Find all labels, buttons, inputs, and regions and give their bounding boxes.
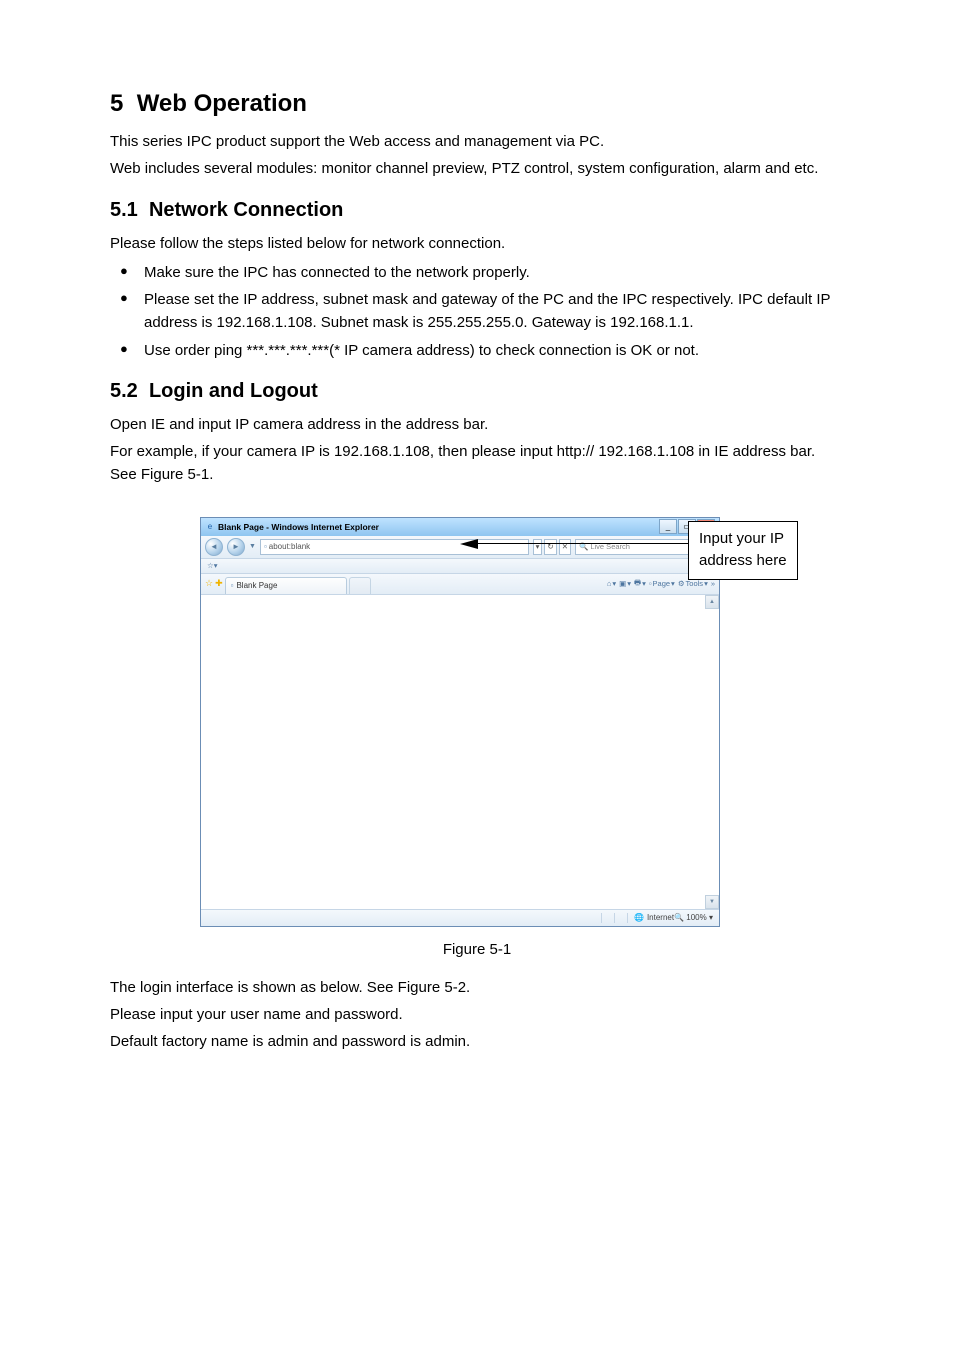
ie-status-bar: 🌐 Internet 🔍 100% ▾ [201, 909, 719, 926]
status-separator [601, 913, 602, 923]
address-dropdown[interactable]: ▾ [533, 539, 543, 555]
tools-menu-label: Tools [686, 579, 704, 588]
favorites-star-icon[interactable]: ☆ [205, 578, 213, 589]
callout-line [638, 543, 688, 545]
intro-paragraph-2: Web includes several modules: monitor ch… [110, 157, 844, 180]
figure-5-1-row: e Blank Page - Windows Internet Explorer… [110, 517, 844, 927]
ie-window-title: Blank Page - Windows Internet Explorer [218, 522, 379, 532]
zoom-value: 100% [686, 913, 706, 922]
tab-label: Blank Page [236, 581, 277, 590]
scroll-up-button[interactable]: ▲ [705, 595, 719, 609]
after-figure-p3: Default factory name is admin and passwo… [110, 1030, 844, 1053]
subsection-title-text: Login and Logout [149, 380, 318, 402]
callout-box: Input your IP address here [688, 521, 798, 580]
section-title-text: Web Operation [137, 90, 307, 117]
figure-caption: Figure 5-1 [110, 941, 844, 958]
print-icon: 🖶 [634, 577, 641, 590]
tools-menu[interactable]: ⚙ Tools ▾ [678, 579, 708, 588]
address-text: about:blank [269, 542, 310, 551]
tab-page-icon: ▫ [231, 581, 234, 590]
status-separator [614, 913, 615, 923]
ie-titlebar[interactable]: e Blank Page - Windows Internet Explorer… [201, 518, 719, 536]
ie-window: e Blank Page - Windows Internet Explorer… [200, 517, 720, 927]
arrow-right-icon: ► [232, 542, 240, 551]
list-item: Use order ping ***.***.***.***(* IP came… [110, 339, 844, 362]
stop-button[interactable]: ✕ [559, 539, 571, 555]
home-button[interactable]: ⌂ ▾ [607, 579, 616, 588]
subsection-5-2-p2: For example, if your camera IP is 192.16… [110, 440, 844, 487]
section-heading: 5 Web Operation [110, 90, 844, 118]
nav-history-dropdown[interactable]: ▼ [249, 543, 256, 550]
section-number: 5 [110, 90, 123, 117]
page-menu-label: Page [653, 579, 671, 588]
subsection-number: 5.2 [110, 380, 138, 402]
zoom-icon: 🔍 [674, 913, 684, 922]
home-icon: ⌂ [607, 579, 612, 588]
callout-text-line1: Input your IP [699, 528, 787, 551]
rss-icon: ▣ [619, 579, 626, 588]
feeds-button[interactable]: ▣ ▾ [619, 579, 631, 588]
links-icon[interactable]: ☆▾ [207, 561, 218, 570]
address-right-controls: ▾ ↻ ✕ [533, 539, 571, 555]
subsection-heading-5-1: 5.1 Network Connection [110, 199, 844, 222]
list-item: Please set the IP address, subnet mask a… [110, 288, 844, 335]
page-icon: ▫ [649, 579, 652, 588]
subsection-number: 5.1 [110, 199, 138, 221]
browser-tab[interactable]: ▫ Blank Page [225, 577, 347, 594]
callout-line [478, 543, 638, 545]
toolbar-chevron[interactable]: » [711, 579, 715, 588]
back-button[interactable]: ◄ [205, 538, 223, 556]
search-box[interactable]: 🔍 Live Search [575, 539, 693, 555]
ie-links-bar: ☆▾ [201, 559, 719, 574]
intro-paragraph-1: This series IPC product support the Web … [110, 130, 844, 153]
subsection-5-1-lead: Please follow the steps listed below for… [110, 232, 844, 255]
ie-content-area: ▲ ▼ [201, 595, 719, 909]
subsection-5-2-p1: Open IE and input IP camera address in t… [110, 413, 844, 436]
status-zone: Internet [647, 913, 674, 922]
after-figure-p1: The login interface is shown as below. S… [110, 976, 844, 999]
refresh-button[interactable]: ↻ [544, 539, 556, 555]
network-steps-list: Make sure the IPC has connected to the n… [110, 261, 844, 362]
after-figure-p2: Please input your user name and password… [110, 1003, 844, 1026]
list-item: Make sure the IPC has connected to the n… [110, 261, 844, 284]
scroll-down-button[interactable]: ▼ [705, 895, 719, 909]
arrow-left-icon: ◄ [210, 542, 218, 551]
gear-icon: ⚙ [678, 579, 685, 588]
subsection-heading-5-2: 5.2 Login and Logout [110, 380, 844, 403]
callout-arrow-icon [460, 539, 478, 549]
document-page: 5 Web Operation This series IPC product … [0, 0, 954, 1350]
ie-tab-bar: ☆ ✚ ▫ Blank Page ⌂ ▾ ▣ ▾ 🖶 ▾ [201, 574, 719, 595]
forward-button[interactable]: ► [227, 538, 245, 556]
page-menu[interactable]: ▫ Page ▾ [649, 579, 675, 588]
callout-text-line2: address here [699, 550, 787, 573]
print-button[interactable]: 🖶 ▾ [634, 577, 646, 590]
add-favorites-icon[interactable]: ✚ [215, 578, 223, 589]
minimize-button[interactable]: _ [659, 519, 677, 534]
subsection-title-text: Network Connection [149, 199, 343, 221]
page-icon: ▫ [264, 542, 267, 551]
ie-logo-icon: e [205, 522, 215, 532]
globe-icon: 🌐 [634, 913, 644, 922]
status-zoom[interactable]: 🔍 100% ▾ [674, 913, 713, 922]
status-separator [627, 913, 628, 923]
new-tab-button[interactable] [349, 577, 371, 594]
address-bar[interactable]: ▫ about:blank [260, 539, 529, 555]
